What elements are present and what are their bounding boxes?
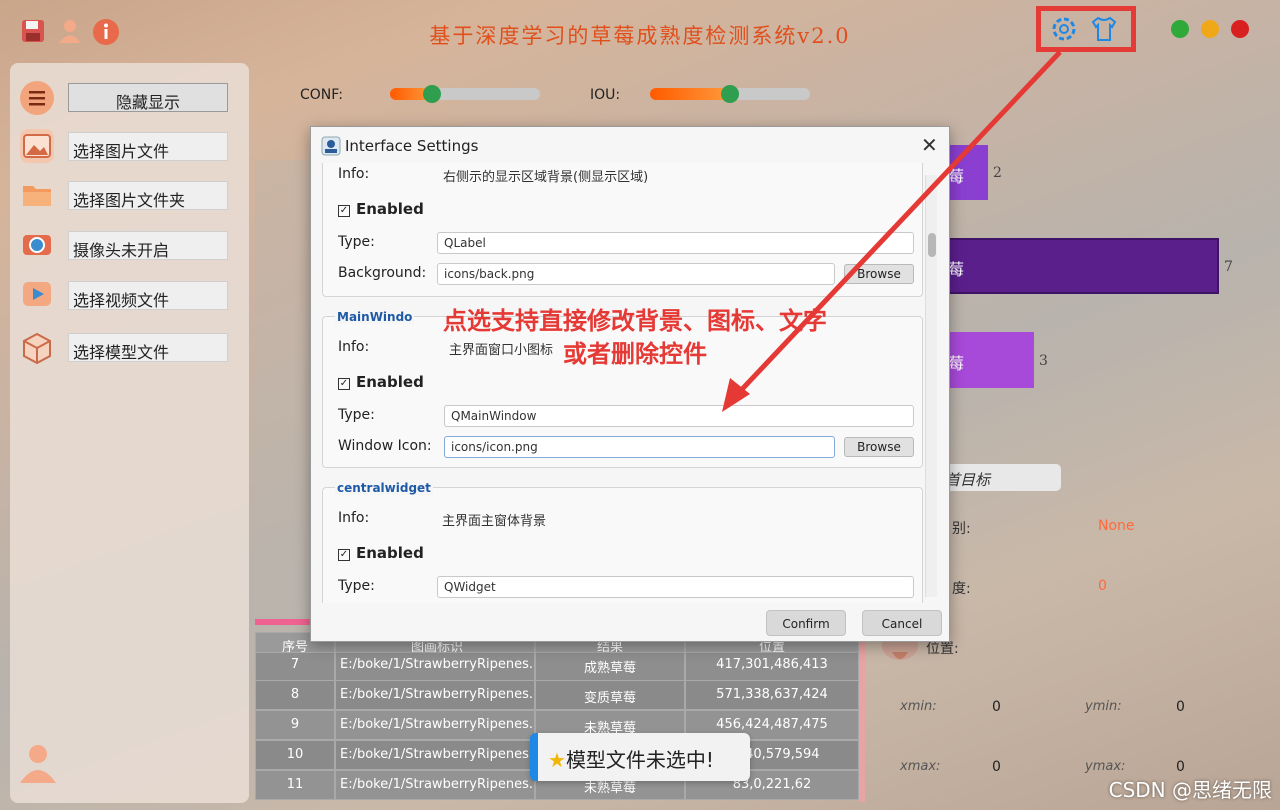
close-button[interactable] (1231, 20, 1249, 38)
xmin-value: 0 (992, 699, 1001, 715)
ymax-value: 0 (1176, 759, 1185, 775)
cell-index: 11 (255, 770, 335, 800)
toast-notification: ★模型文件未选中! (530, 733, 750, 781)
class-label: 别: (952, 521, 971, 537)
cell-path: E:/boke/1/StrawberryRipenes... (335, 652, 535, 682)
toast-text: 模型文件未选中! (565, 748, 714, 772)
cell-position: 571,338,637,424 (685, 680, 859, 710)
toggle-display-button[interactable]: 隐藏显示 (68, 83, 228, 112)
dialog-title: Interface Settings (345, 137, 479, 155)
checkbox-checkmark-icon: ✓ (338, 549, 350, 561)
cell-path: E:/boke/1/StrawberryRipenes... (335, 680, 535, 710)
target-select-button[interactable]: 首目标 (935, 464, 1061, 491)
class-value: None (1098, 518, 1135, 534)
info-value: 右侧示的显示区域背景(侧显示区域) (443, 170, 649, 185)
conf-slider[interactable] (390, 85, 540, 103)
xmin-label: xmin: (900, 699, 937, 714)
enabled-label: Enabled (356, 200, 424, 218)
type-label: Type: (338, 407, 375, 423)
type-label: Type: (338, 234, 375, 250)
info-label: Info: (338, 339, 370, 355)
account-avatar-icon[interactable] (16, 741, 60, 785)
annotation-text: 点选支持直接修改背景、图标、文字 或者删除控件 (400, 305, 870, 371)
ymax-label: ymax: (1085, 759, 1126, 774)
camera-button[interactable]: 摄像头未开启 (68, 231, 228, 260)
info-label: Info: (338, 166, 370, 182)
select-folder-button[interactable]: 选择图片文件夹 (68, 181, 228, 210)
select-video-button[interactable]: 选择视频文件 (68, 281, 228, 310)
table-scrollbar[interactable] (859, 630, 865, 802)
checkbox-checkmark-icon: ✓ (338, 205, 350, 217)
class-bar-2-count: 7 (1224, 259, 1233, 275)
cell-path: E:/boke/1/StrawberryRipenes... (335, 740, 535, 770)
confidence-label: 度: (952, 581, 971, 597)
dialog-app-icon (321, 136, 341, 160)
cell-index: 10 (255, 740, 335, 770)
enabled-label: Enabled (356, 373, 424, 391)
cell-index: 9 (255, 710, 335, 740)
window-icon-label: Window Icon: (338, 438, 432, 454)
conf-label: CONF: (300, 87, 343, 103)
ymin-label: ymin: (1085, 699, 1122, 714)
enabled-checkbox[interactable]: ✓ Enabled (338, 373, 424, 391)
cell-path: E:/boke/1/StrawberryRipenes... (335, 770, 535, 800)
type-input[interactable]: QWidget (437, 576, 914, 598)
table-row[interactable]: 7 E:/boke/1/StrawberryRipenes... 成熟草莓 41… (255, 652, 859, 682)
info-value: 主界面主窗体背景 (442, 514, 547, 529)
info-label: Info: (338, 510, 370, 526)
image-icon[interactable] (20, 129, 54, 163)
cancel-button[interactable]: Cancel (862, 610, 942, 636)
maximize-button[interactable] (1201, 20, 1219, 38)
conf-slider-handle[interactable] (423, 85, 441, 103)
theme-shirt-icon[interactable] (1089, 14, 1119, 44)
sidebar: 隐藏显示 选择图片文件 选择图片文件夹 摄像头未开启 选择视频文件 选择模型文件 (10, 63, 249, 803)
enabled-label: Enabled (356, 544, 424, 562)
enabled-checkbox[interactable]: ✓ Enabled (338, 200, 424, 218)
settings-group-centralwidget: centralwidget Info: 主界面主窗体背景 ✓ Enabled Ty… (322, 481, 923, 603)
menu-icon[interactable] (20, 81, 54, 115)
group-title-centralwidget: centralwidget (335, 481, 433, 495)
cell-path: E:/boke/1/StrawberryRipenes... (335, 710, 535, 740)
checkbox-checkmark-icon: ✓ (338, 378, 350, 390)
enabled-checkbox[interactable]: ✓ Enabled (338, 544, 424, 562)
cell-position: 417,301,486,413 (685, 652, 859, 682)
confirm-button[interactable]: Confirm (766, 610, 846, 636)
iou-label: IOU: (590, 87, 621, 103)
star-icon: ★ (548, 748, 566, 772)
watermark: CSDN @思绪无限 (1108, 778, 1272, 802)
cell-index: 7 (255, 652, 335, 682)
type-label: Type: (338, 578, 375, 594)
xmax-value: 0 (992, 759, 1001, 775)
model-cube-icon[interactable] (20, 331, 54, 365)
cell-result: 成熟草莓 (535, 652, 685, 682)
video-icon[interactable] (20, 277, 54, 311)
annotation-line-1: 点选支持直接修改背景、图标、文字 (443, 307, 827, 335)
ymin-value: 0 (1176, 699, 1185, 715)
select-model-button[interactable]: 选择模型文件 (68, 333, 228, 362)
select-image-button[interactable]: 选择图片文件 (68, 132, 228, 161)
confidence-value: 0 (1098, 578, 1107, 594)
browse-icon-button[interactable]: Browse (844, 437, 914, 457)
camera-icon[interactable] (20, 227, 54, 261)
annotation-line-2: 或者删除控件 (563, 340, 707, 368)
table-row[interactable]: 8 E:/boke/1/StrawberryRipenes... 变质草莓 57… (255, 680, 859, 710)
cell-result: 变质草莓 (535, 680, 685, 710)
window-icon-input[interactable]: icons/icon.png (444, 436, 835, 458)
background-label: Background: (338, 265, 427, 281)
minimize-button[interactable] (1171, 20, 1189, 38)
cell-index: 8 (255, 680, 335, 710)
folder-icon[interactable] (20, 178, 54, 212)
xmax-label: xmax: (900, 759, 941, 774)
